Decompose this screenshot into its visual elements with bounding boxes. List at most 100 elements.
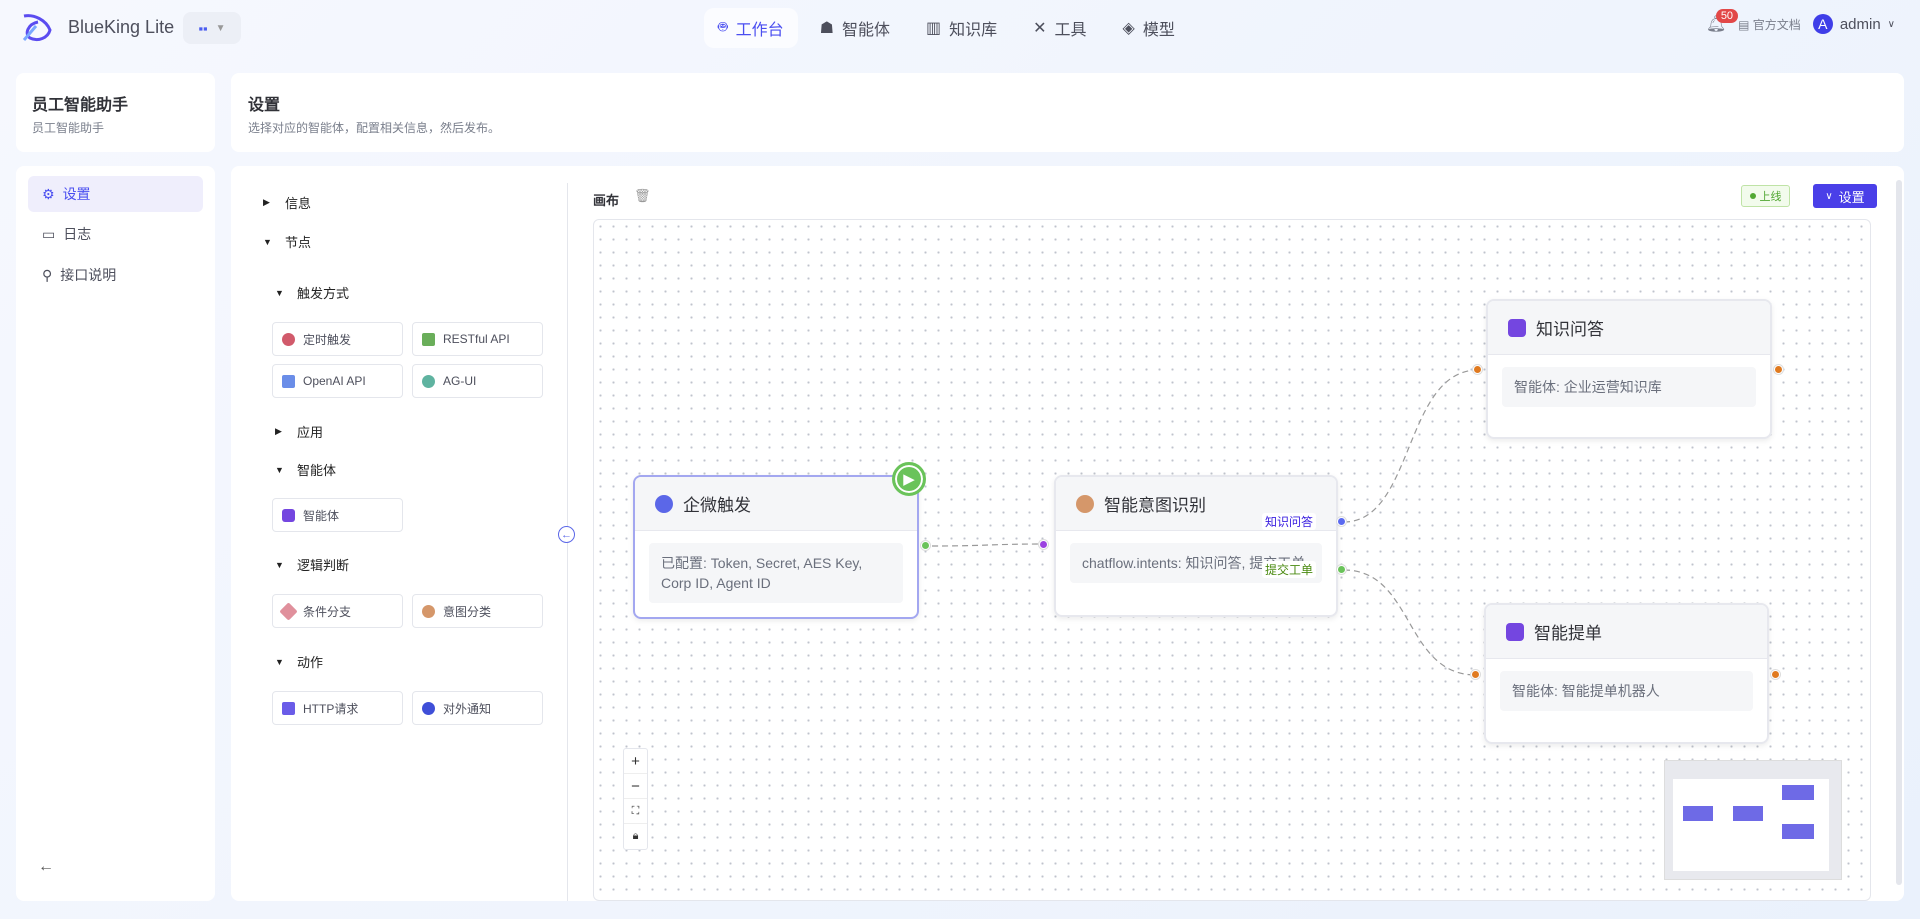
nav-tools[interactable]: ✕ 工具 [1019, 8, 1100, 48]
message-icon [422, 374, 435, 388]
nav-workbench[interactable]: 🤖︎ 工作台 [704, 8, 798, 48]
node-wecom-trigger[interactable]: 企微触发 已配置: Token, Secret, AES Key, Corp I… [633, 475, 919, 619]
port-output[interactable] [921, 541, 930, 550]
zoom-controls: + − ⛶ 🔒︎ [623, 748, 648, 850]
blueking-logo [22, 14, 52, 42]
caret-down-icon: ▼ [215, 22, 226, 34]
run-play-icon[interactable]: ▶ [892, 462, 926, 496]
port-output-qa[interactable] [1337, 517, 1346, 526]
sidebar: ⚙ 设置 ▭ 日志 ⚲ 接口说明 ← [16, 166, 215, 901]
node-openai[interactable]: OpenAI API [272, 364, 403, 398]
node-restful[interactable]: RESTful API [412, 322, 543, 356]
node-agent[interactable]: 智能体 [272, 498, 403, 532]
question-icon [1076, 494, 1094, 513]
node-notify[interactable]: 对外通知 [412, 691, 543, 725]
status-dot-icon [1749, 193, 1756, 199]
status-badge: 上线 [1741, 185, 1790, 207]
edge-intent-qa [1343, 369, 1479, 523]
chevron-down-icon: ∨ [1887, 18, 1895, 30]
flow-canvas[interactable]: 企微触发 已配置: Token, Secret, AES Key, Corp I… [593, 219, 1871, 901]
group-agent[interactable]: ▼ 智能体 [275, 460, 336, 479]
edge-intent-ticket [1343, 569, 1477, 676]
minimap-node [1782, 824, 1814, 839]
document-icon: ▤ [1738, 17, 1753, 32]
caret-right-icon: ▶ [275, 426, 282, 436]
bell-icon [422, 701, 435, 715]
robot-icon: 🤖︎ [718, 19, 728, 36]
caret-right-icon: ▶ [263, 197, 270, 207]
minimap-node [1733, 806, 1763, 821]
gear-icon: ⚙ [42, 185, 55, 202]
fit-view-icon[interactable]: ⛶ [624, 799, 647, 824]
port-output[interactable] [1771, 670, 1780, 679]
page-title: 设置 [248, 97, 281, 114]
group-logic[interactable]: ▼ 逻辑判断 [275, 555, 349, 574]
port-output[interactable] [1774, 365, 1783, 374]
branch-label-ticket: 提交工单 [1262, 561, 1317, 578]
notification-button[interactable]: 🔔︎ 50 [1706, 9, 1739, 34]
scrollbar[interactable] [1896, 180, 1902, 885]
docs-link[interactable]: ▤ 官方文档 [1738, 16, 1801, 33]
nav-agents[interactable]: ☗ 智能体 [806, 8, 904, 48]
robot-icon [1506, 622, 1524, 641]
sidebar-item-settings[interactable]: ⚙ 设置 [28, 176, 203, 212]
group-action[interactable]: ▼ 动作 [275, 652, 323, 671]
app-subtitle: 员工智能助手 [32, 121, 105, 135]
page-header-card: 设置 选择对应的智能体，配置相关信息，然后发布。 [231, 73, 1904, 152]
lock-icon[interactable]: 🔒︎ [624, 824, 647, 849]
group-app[interactable]: ▶ 应用 [275, 422, 323, 441]
notification-badge: 50 [1715, 9, 1739, 23]
api-icon [422, 332, 435, 346]
page-description: 选择对应的智能体，配置相关信息，然后发布。 [248, 121, 501, 135]
caret-down-icon: ▼ [263, 236, 272, 247]
port-input[interactable] [1471, 670, 1480, 679]
node-timer[interactable]: 定时触发 [272, 322, 403, 356]
tree-info[interactable]: ▶ 信息 [263, 193, 311, 212]
window-icon [282, 374, 295, 388]
avatar: A [1812, 14, 1833, 34]
app-title: 员工智能助手 [32, 97, 129, 114]
edge-trigger-intent [931, 543, 1045, 547]
zoom-in-button[interactable]: + [624, 749, 647, 774]
robot-icon [282, 508, 295, 522]
node-knowledge-qa[interactable]: 知识问答 智能体: 企业运营知识库 [1486, 299, 1772, 439]
link-icon: ⚲ [42, 266, 53, 283]
chat-icon: ▭ [42, 225, 56, 242]
caret-down-icon: ▼ [275, 656, 284, 667]
settings-button[interactable]: ∨ 设置 [1813, 184, 1877, 208]
nav-knowledge[interactable]: ▥ 知识库 [912, 8, 1011, 48]
branch-icon [279, 601, 298, 621]
trash-icon[interactable]: 🗑︎ [634, 188, 651, 204]
node-intent-recognition[interactable]: 智能意图识别 chatflow.intents: 知识问答, 提交工单 [1054, 475, 1338, 617]
zoom-out-button[interactable]: − [624, 774, 647, 799]
user-menu[interactable]: Aadmin ∨ [1812, 14, 1895, 34]
branch-label-qa: 知识问答 [1262, 513, 1317, 530]
node-agui[interactable]: AG-UI [412, 364, 543, 398]
grid-icon: ▪▪ [198, 20, 208, 36]
caret-down-icon: ▼ [275, 287, 284, 298]
node-http[interactable]: HTTP请求 [272, 691, 403, 725]
wecom-icon [655, 494, 673, 513]
group-trigger[interactable]: ▼ 触发方式 [275, 283, 349, 302]
tools-icon: ✕ [1033, 20, 1047, 37]
port-input[interactable] [1473, 365, 1482, 374]
sidebar-item-api-docs[interactable]: ⚲ 接口说明 [28, 257, 203, 293]
node-intent[interactable]: 意图分类 [412, 594, 543, 628]
back-arrow-icon[interactable]: ← [38, 858, 54, 876]
node-smart-ticket[interactable]: 智能提单 智能体: 智能提单机器人 [1484, 603, 1769, 744]
port-input[interactable] [1039, 540, 1048, 549]
tree-nodes[interactable]: ▼ 节点 [263, 232, 311, 251]
collapse-panel-button[interactable]: ← [558, 526, 575, 543]
app-switcher[interactable]: ▪▪ ▼ [183, 12, 241, 44]
clock-icon [282, 332, 295, 346]
sidebar-item-logs[interactable]: ▭ 日志 [28, 216, 203, 252]
brand-name: BlueKing Lite [68, 17, 175, 37]
minimap[interactable] [1664, 760, 1842, 880]
nav-models[interactable]: ◈ 模型 [1109, 8, 1189, 48]
ghost-icon: ☗ [819, 20, 834, 37]
caret-down-icon: ▼ [275, 464, 284, 475]
node-condition[interactable]: 条件分支 [272, 594, 403, 628]
app-info-card: 员工智能助手 员工智能助手 [16, 73, 215, 152]
port-output-ticket[interactable] [1337, 565, 1346, 574]
robot-icon [1508, 318, 1526, 337]
